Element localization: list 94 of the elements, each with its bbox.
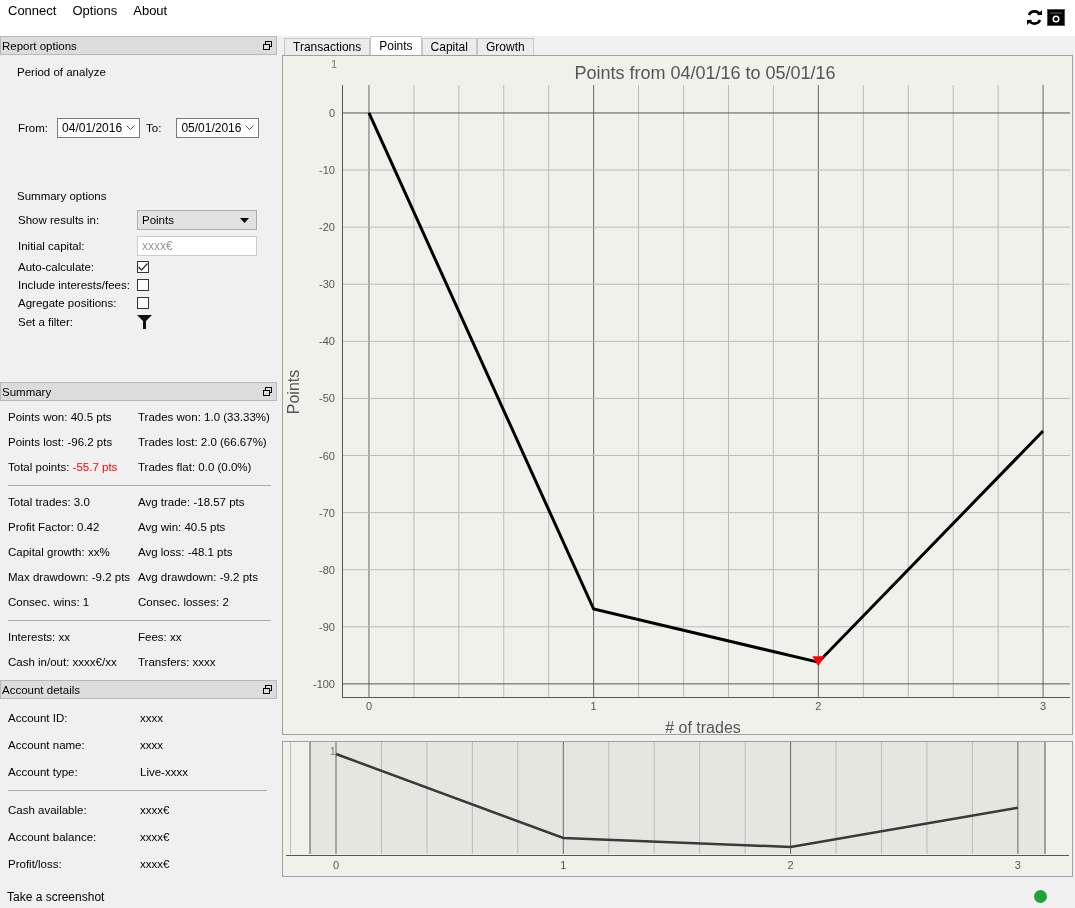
axis-tick-label: -60 [319, 449, 335, 462]
axis-tick-label: -20 [319, 221, 335, 234]
field-label: Set a filter: [18, 316, 74, 328]
date-field[interactable]: 04/01/2016 [57, 118, 141, 138]
axis-tick-label: 3 [1014, 859, 1021, 871]
axis-tick-label: 0 [328, 106, 335, 119]
status-text: Take a screenshot [7, 889, 105, 904]
menu-item[interactable]: Options [72, 3, 118, 18]
axis-tick-label: -100 [312, 677, 335, 690]
field-value: xxxx [140, 712, 164, 726]
axis-title: Points [285, 369, 302, 415]
field-label: Account type: [8, 766, 79, 780]
chart-title: Points from 04/01/16 to 05/01/16 [574, 63, 836, 83]
stat-text: Avg trade: -18.57 pts [138, 496, 246, 510]
field-label: Profit/loss: [8, 858, 63, 872]
field-value: xxxx€ [140, 804, 171, 818]
restore-icon[interactable] [263, 685, 272, 694]
restore-icon[interactable] [263, 41, 272, 50]
filter-icon[interactable] [137, 315, 152, 329]
stat-text: Interests: xx [8, 631, 71, 645]
axis-tick-label: 1 [560, 859, 567, 871]
tab[interactable]: Points [370, 36, 422, 55]
field-value: xxxx [140, 739, 164, 753]
axis-tick-label: 2 [787, 859, 794, 871]
field-label: Initial capital: [18, 240, 86, 252]
stat-text: Avg win: 40.5 pts [138, 521, 227, 535]
marker-icon [812, 656, 825, 667]
field-value: xxxx€ [140, 831, 171, 845]
field-label: Account ID: [8, 712, 69, 726]
tab[interactable]: Transactions [284, 38, 371, 55]
stat-text: Trades won: 1.0 (33.33%) [138, 411, 271, 425]
stat-text: Profit Factor: 0.42 [8, 521, 101, 535]
field-label: Account balance: [8, 831, 98, 845]
axis-tick-label: 3 [1039, 700, 1047, 712]
axis-tick-label: 0 [365, 700, 373, 712]
axis-tick-label: -10 [319, 164, 335, 177]
field-label: Include interests/fees: [18, 279, 131, 291]
checkbox[interactable] [137, 279, 149, 291]
field-label: Cash available: [8, 804, 88, 818]
stat-text: Consec. losses: 2 [138, 596, 230, 610]
text-field[interactable]: xxxx€ [137, 236, 257, 256]
stat-text: Trades flat: 0.0 (0.0%) [138, 461, 253, 475]
axis-tick-label: -50 [319, 392, 335, 405]
section-title: Report options [2, 39, 77, 52]
checkbox[interactable] [137, 297, 149, 309]
tab[interactable]: Capital [421, 38, 477, 55]
field-value: Live-xxxx [140, 766, 189, 780]
stat-text: Consec. wins: 1 [8, 596, 91, 610]
axis-tick-label: -80 [319, 563, 335, 576]
field-value: xxxx€ [140, 858, 171, 872]
restore-icon[interactable] [263, 387, 272, 396]
stat-text: Transfers: xxxx [138, 656, 217, 670]
stat-text: Avg drawdown: -9.2 pts [138, 571, 259, 585]
menu-item[interactable]: About [133, 3, 168, 18]
stat-text: Fees: xx [138, 631, 183, 645]
section-title: Account details [2, 683, 80, 696]
dropdown[interactable]: Points [137, 210, 257, 230]
axis-tick-label: -30 [319, 278, 335, 291]
axis-tick-label: -70 [319, 506, 335, 519]
section-label: Period of analyze [16, 66, 107, 78]
caret-down-icon [240, 217, 249, 223]
axis-title: # of trades [665, 719, 741, 734]
chevron-down-icon [126, 125, 136, 131]
field-label: Auto-calculate: [18, 261, 96, 273]
section-label: Summary options [16, 190, 108, 202]
tab[interactable]: Growth [476, 38, 534, 55]
axis-tick-label: -40 [319, 335, 335, 348]
axis-tick-label: 1 [590, 700, 597, 712]
stat-text: Trades lost: 2.0 (66.67%) [138, 436, 268, 450]
field-label: From: [18, 122, 49, 134]
axis-tick-label: 2 [815, 700, 822, 712]
menu-item[interactable]: Connect [8, 3, 57, 18]
axis-tick-label: -90 [319, 620, 335, 633]
checkbox[interactable] [137, 261, 149, 273]
corner-label: 1 [331, 58, 338, 70]
date-field[interactable]: 05/01/2016 [176, 118, 260, 138]
field-label: Agregate positions: [18, 297, 118, 309]
stat-text: Total trades: 3.0 [8, 496, 91, 510]
corner-label: 1 [330, 746, 336, 757]
stat-text: Points lost: -96.2 pts [8, 436, 114, 450]
camera-icon[interactable] [1047, 9, 1065, 26]
field-label: Account name: [8, 739, 86, 753]
axis-tick-label: 0 [332, 859, 340, 871]
field-label: Show results in: [18, 214, 101, 226]
section-title: Summary [2, 385, 52, 398]
field-label: To: [146, 122, 162, 134]
stat-text: Capital growth: xx% [8, 546, 111, 560]
stat-text: Cash in/out: xxxx€/xx [8, 656, 118, 670]
refresh-icon[interactable] [1026, 9, 1043, 26]
chevron-down-icon [245, 125, 255, 131]
stat-text: Avg loss: -48.1 pts [138, 546, 234, 560]
stat-text: Points won: 40.5 pts [8, 411, 113, 425]
stat-text: Total points: -55.7 pts [8, 461, 119, 475]
stat-text: Max drawdown: -9.2 pts [8, 571, 132, 585]
